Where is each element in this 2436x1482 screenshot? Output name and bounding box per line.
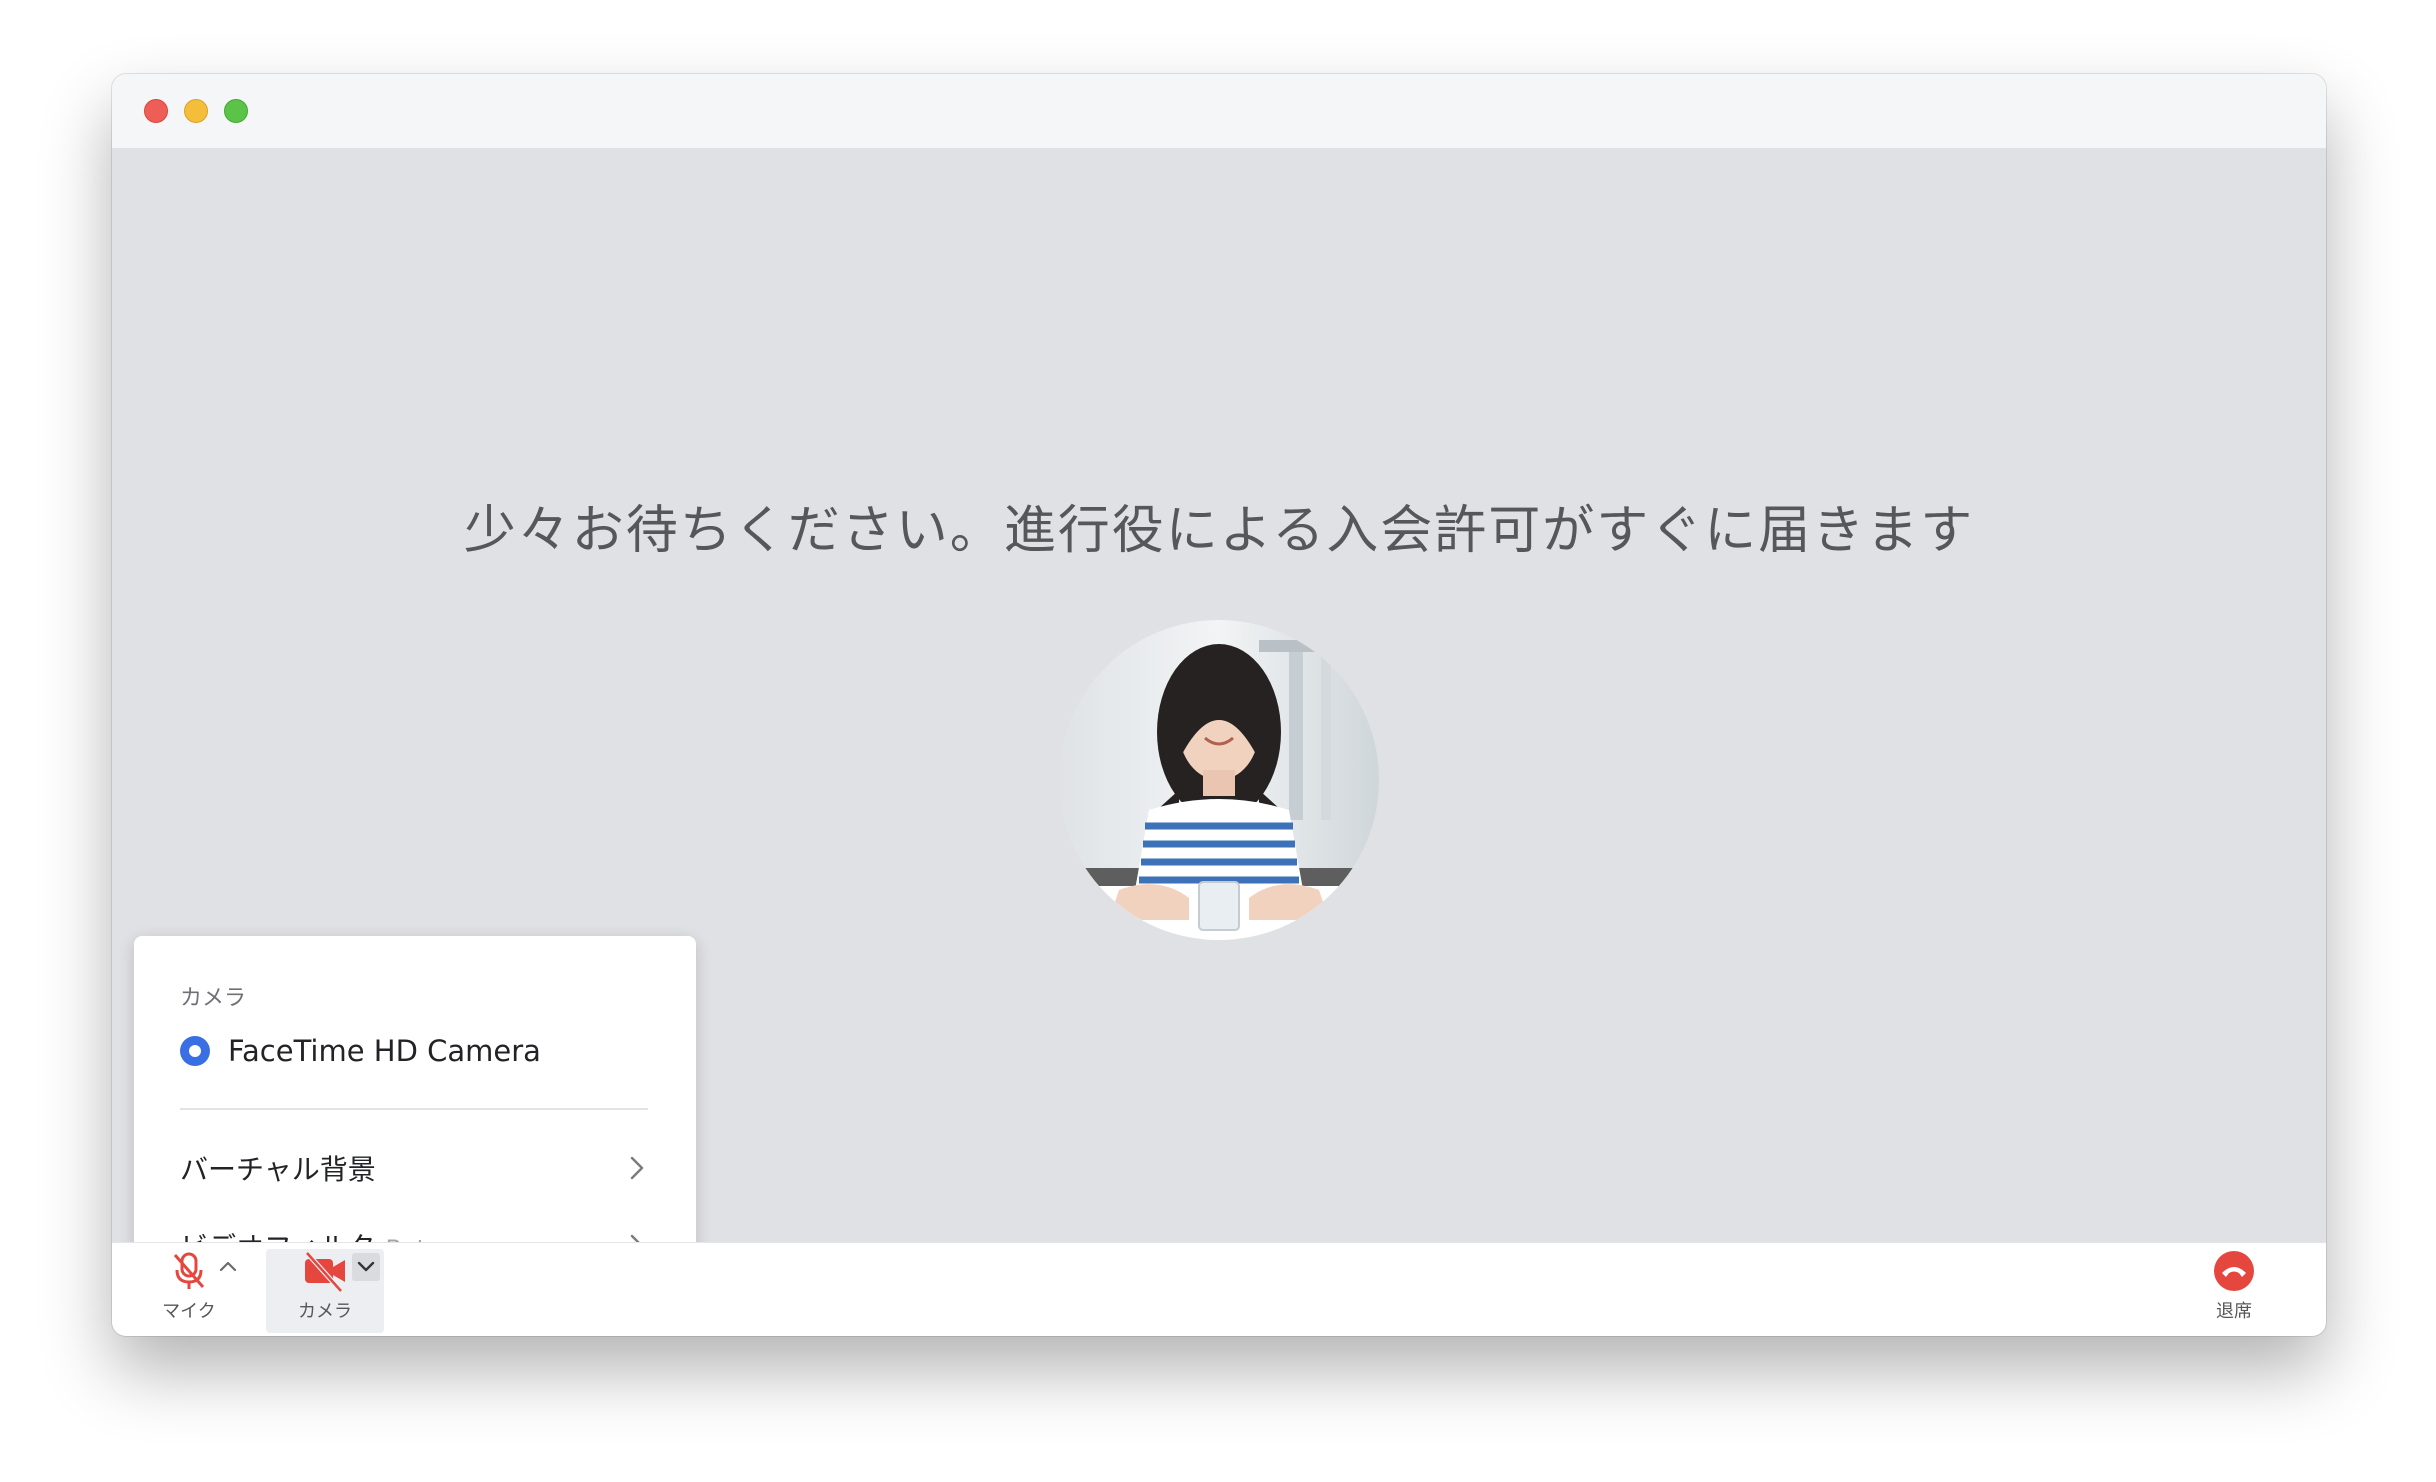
close-window-button[interactable]	[144, 99, 168, 123]
avatar-photo	[1059, 620, 1379, 940]
user-avatar	[1059, 620, 1379, 940]
minimize-window-button[interactable]	[184, 99, 208, 123]
mic-label: マイク	[162, 1301, 216, 1322]
camera-device-name: FaceTime HD Camera	[228, 1034, 541, 1068]
camera-device-option[interactable]: FaceTime HD Camera	[180, 1034, 541, 1068]
chevron-down-icon	[357, 1261, 375, 1272]
phone-hangup-icon	[2214, 1251, 2254, 1291]
screen: 少々お待ちください。進行役による入会許可がすぐに届きます カメラ FaceTim…	[0, 0, 2436, 1482]
radio-dot	[189, 1045, 201, 1057]
radio-selected-icon[interactable]	[180, 1036, 210, 1066]
popover-divider	[180, 1108, 648, 1110]
virtual-background-menu-item[interactable]: バーチャル背景	[180, 1146, 650, 1190]
app-window: 少々お待ちください。進行役による入会許可がすぐに届きます カメラ FaceTim…	[112, 74, 2326, 1336]
camera-options-dropdown[interactable]	[352, 1253, 380, 1281]
camera-label: カメラ	[298, 1301, 352, 1322]
zoom-window-button[interactable]	[224, 99, 248, 123]
meeting-toolbar: マイク カメラ 退席	[112, 1242, 2326, 1336]
camera-off-icon	[305, 1251, 345, 1293]
camera-section-label: カメラ	[180, 986, 247, 1011]
title-bar	[112, 74, 2326, 149]
mic-off-icon	[173, 1252, 205, 1289]
waiting-message: 少々お待ちください。進行役による入会許可がすぐに届きます	[463, 501, 1975, 561]
mic-toggle-button[interactable]: マイク	[152, 1249, 226, 1333]
chevron-right-icon	[630, 1156, 644, 1180]
leave-label: 退席	[2216, 1301, 2252, 1322]
virtual-background-label: バーチャル背景	[180, 1153, 376, 1186]
leave-meeting-button[interactable]: 退席	[2202, 1249, 2266, 1333]
chevron-up-icon[interactable]	[218, 1259, 238, 1273]
waiting-room-area: 少々お待ちください。進行役による入会許可がすぐに届きます カメラ FaceTim…	[112, 148, 2326, 1323]
